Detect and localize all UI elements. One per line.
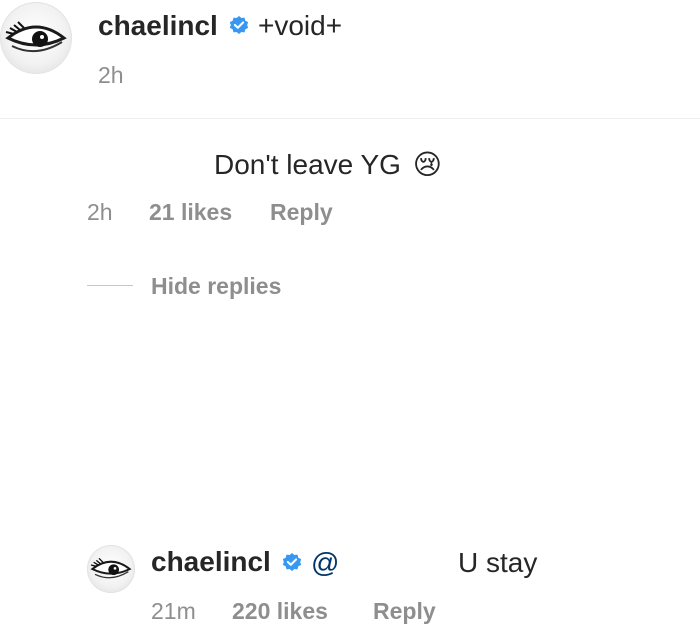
post-timestamp: 2h <box>98 62 124 88</box>
crying-face-emoji: 😢 <box>412 148 442 181</box>
hide-replies-line <box>87 285 133 286</box>
section-divider <box>0 118 700 119</box>
reply-text: U stay <box>458 547 538 578</box>
reply-mention[interactable]: @ <box>311 547 339 579</box>
comment-body: Don't leave YG <box>214 149 401 180</box>
reply-likes[interactable]: 220 likes <box>232 598 328 625</box>
reply-avatar[interactable] <box>87 545 135 593</box>
verified-badge-icon <box>281 551 303 573</box>
comment-timestamp: 2h <box>87 199 113 225</box>
eye-avatar-icon <box>90 557 132 579</box>
comment-text: Don't leave YG 😢 <box>214 148 442 181</box>
post-caption: +void+ <box>258 10 343 41</box>
verified-badge-icon <box>228 14 250 36</box>
comment-reply-button[interactable]: Reply <box>270 199 333 226</box>
eye-avatar-icon <box>5 21 67 53</box>
hide-replies-button[interactable]: Hide replies <box>151 273 281 300</box>
comment-likes[interactable]: 21 likes <box>149 199 232 226</box>
post-avatar[interactable] <box>0 2 72 74</box>
reply-reply-button[interactable]: Reply <box>373 598 436 625</box>
reply-timestamp: 21m <box>151 598 196 624</box>
reply-username[interactable]: chaelincl <box>151 546 271 578</box>
post-username[interactable]: chaelincl <box>98 10 218 42</box>
